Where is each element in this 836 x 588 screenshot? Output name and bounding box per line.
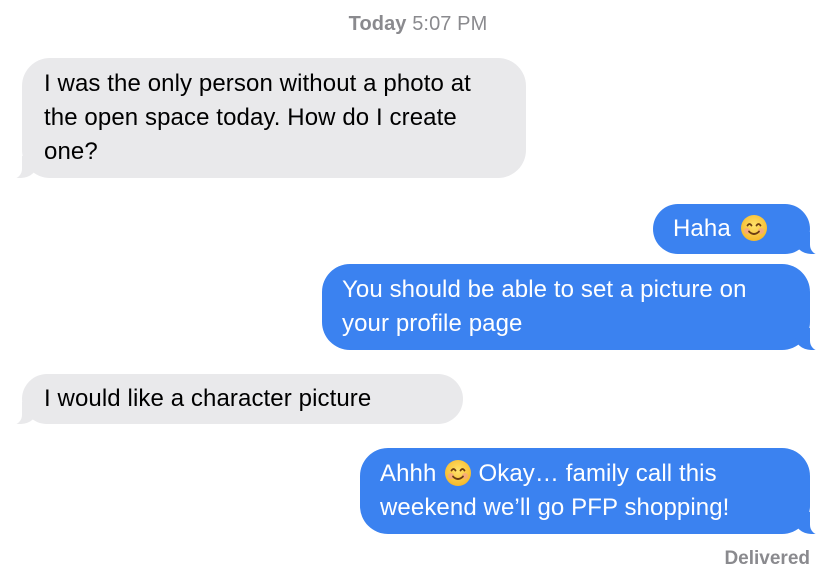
- smiling-face-icon: [445, 460, 472, 486]
- message-text: I was the only person without a photo at…: [44, 70, 471, 165]
- message-bubble-incoming[interactable]: I would like a character picture: [9, 374, 463, 425]
- delivery-status: Delivered: [724, 548, 810, 569]
- timestamp-day: Today: [348, 13, 407, 35]
- message-text: Haha: [673, 215, 731, 242]
- conversation-timestamp: Today 5:07 PM: [0, 13, 836, 36]
- message-text: I would like a character picture: [44, 385, 372, 412]
- message-bubble-incoming[interactable]: I was the only person without a photo at…: [9, 58, 526, 179]
- message-text: You should be able to set a picture on y…: [342, 276, 747, 337]
- message-text-before: Ahhh: [380, 460, 437, 487]
- message-bubble-outgoing[interactable]: You should be able to set a picture on y…: [322, 264, 823, 351]
- smiling-face-icon: [740, 215, 767, 241]
- timestamp-time: 5:07 PM: [412, 13, 488, 35]
- message-bubble-outgoing[interactable]: Haha: [653, 204, 823, 255]
- message-bubble-outgoing[interactable]: Ahhh Okay… family call this weekend we’l…: [360, 448, 823, 535]
